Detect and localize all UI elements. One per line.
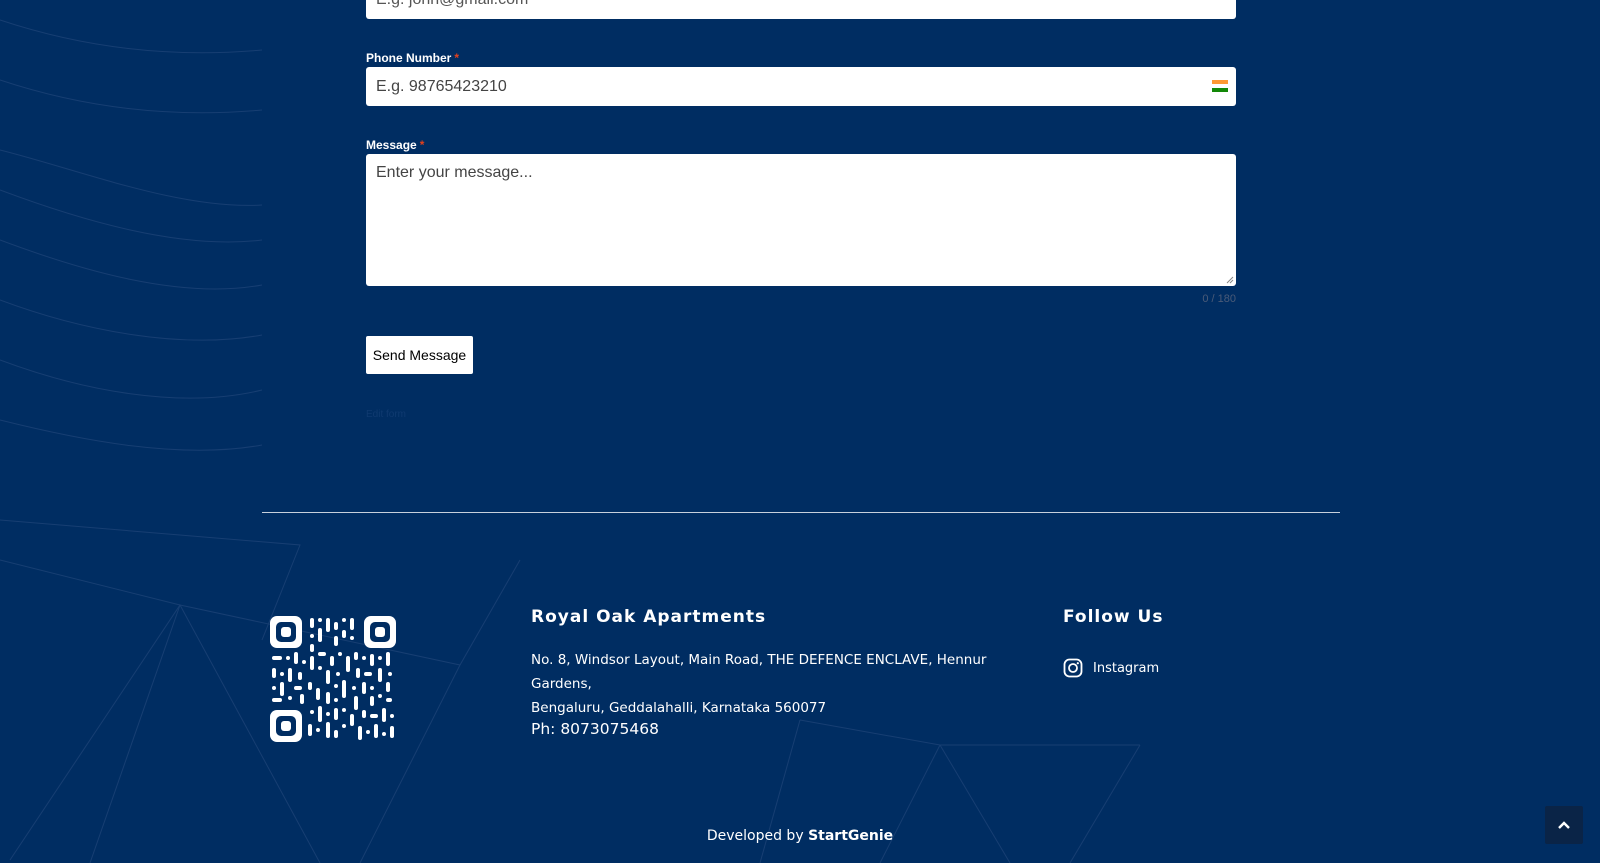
resize-handle-icon[interactable]: [1226, 276, 1234, 284]
address-line-2: Bengaluru, Geddalahalli, Karnataka 56007…: [531, 700, 827, 716]
character-counter: 0 / 180: [1202, 293, 1236, 305]
section-divider: [262, 512, 1340, 513]
company-address: No. 8, Windsor Layout, Main Road, THE DE…: [531, 648, 1031, 720]
qr-code: [270, 616, 396, 742]
developer-credit: Developed by StartGenie: [0, 828, 1600, 844]
phone-label: Phone Number *: [366, 51, 460, 65]
instagram-link[interactable]: Instagram: [1063, 658, 1159, 678]
address-line-1: No. 8, Windsor Layout, Main Road, THE DE…: [531, 652, 987, 692]
follow-us-heading: Follow Us: [1063, 607, 1164, 627]
edit-form-link[interactable]: Edit form: [366, 409, 406, 420]
message-textarea[interactable]: Enter your message...: [366, 154, 1236, 286]
scroll-to-top-button[interactable]: [1545, 806, 1583, 844]
developed-by-text: Developed by: [706, 828, 804, 844]
send-message-button[interactable]: Send Message: [366, 336, 473, 374]
company-phone: Ph: 8073075468: [531, 720, 659, 738]
background-pattern: [0, 19, 1141, 863]
phone-placeholder: E.g. 98765423210: [376, 77, 507, 95]
email-field[interactable]: E.g. john@gmail.com: [366, 0, 1236, 19]
instagram-label: Instagram: [1093, 660, 1160, 676]
company-name: Royal Oak Apartments: [531, 607, 767, 627]
instagram-icon: [1063, 658, 1083, 678]
chevron-up-icon: [1558, 821, 1570, 829]
india-flag-icon[interactable]: [1212, 80, 1228, 92]
developer-link[interactable]: StartGenie: [808, 828, 893, 844]
message-label: Message *: [366, 138, 425, 152]
phone-field[interactable]: E.g. 98765423210: [366, 67, 1236, 106]
email-placeholder: E.g. john@gmail.com: [376, 0, 528, 9]
message-placeholder: Enter your message...: [376, 164, 533, 181]
